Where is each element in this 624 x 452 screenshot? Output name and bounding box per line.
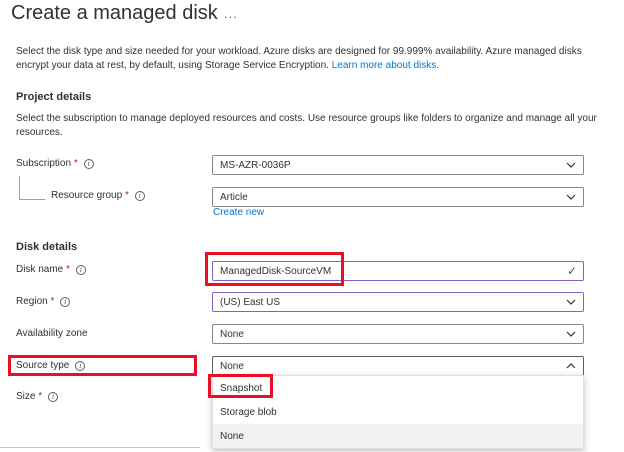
create-new-link[interactable]: Create new <box>213 207 264 218</box>
required-marker: * <box>50 296 55 307</box>
resource-group-value: Article <box>220 191 248 203</box>
chevron-down-icon <box>566 331 576 337</box>
disk-name-label-text: Disk name <box>16 264 64 275</box>
info-icon[interactable]: i <box>83 158 94 169</box>
size-label: Size * i <box>16 391 59 402</box>
availability-zone-label: Availability zone <box>16 328 88 339</box>
chevron-up-icon <box>566 363 576 369</box>
subscription-label: Subscription * i <box>16 158 94 169</box>
checkmark-icon: ✓ <box>566 264 577 278</box>
required-marker: * <box>38 391 43 402</box>
required-marker: * <box>124 190 129 201</box>
disk-details-heading: Disk details <box>16 241 78 253</box>
option-storage-blob[interactable]: Storage blob <box>213 400 583 424</box>
region-label: Region * i <box>16 296 71 307</box>
tree-connector <box>19 176 45 200</box>
subscription-value: MS-AZR-0036P <box>220 159 291 171</box>
chevron-down-icon <box>566 299 576 305</box>
info-icon[interactable]: i <box>60 296 71 307</box>
learn-more-link[interactable]: Learn more about disks. <box>332 60 439 71</box>
region-label-text: Region <box>16 296 48 307</box>
required-marker: * <box>73 158 78 169</box>
project-description: Select the subscription to manage deploy… <box>16 113 597 138</box>
page-title: Create a managed disk <box>11 2 218 24</box>
option-none[interactable]: None <box>213 424 583 448</box>
required-marker: * <box>66 264 70 275</box>
subscription-label-text: Subscription <box>16 158 72 169</box>
divider <box>0 447 200 448</box>
size-label-text: Size <box>16 391 36 402</box>
subscription-select[interactable]: MS-AZR-0036P <box>212 155 584 175</box>
availability-zone-select[interactable]: None <box>212 324 584 344</box>
chevron-down-icon <box>566 194 576 200</box>
info-icon[interactable]: i <box>48 391 59 402</box>
intro-text: Select the disk type and size needed for… <box>16 46 582 71</box>
more-options-button[interactable]: ... <box>224 6 238 21</box>
disk-name-label: Disk name * i <box>16 264 86 275</box>
info-icon[interactable]: i <box>75 264 86 275</box>
region-select[interactable]: (US) East US <box>212 292 584 312</box>
resource-group-label: Resource group * i <box>51 190 145 201</box>
chevron-down-icon <box>566 162 576 168</box>
availability-zone-label-text: Availability zone <box>16 328 88 339</box>
region-value: (US) East US <box>220 296 281 308</box>
resource-group-label-text: Resource group <box>51 190 123 201</box>
source-type-select[interactable]: None <box>212 356 584 376</box>
highlight-box-disk-name <box>205 252 344 286</box>
intro-description: Select the disk type and size needed for… <box>16 45 606 73</box>
project-details-heading: Project details <box>16 91 92 103</box>
availability-zone-value: None <box>220 328 244 340</box>
highlight-box-snapshot <box>208 374 273 398</box>
highlight-box-source-type <box>8 355 197 376</box>
resource-group-select[interactable]: Article <box>212 187 584 207</box>
source-type-value: None <box>220 360 244 372</box>
info-icon[interactable]: i <box>134 190 145 201</box>
